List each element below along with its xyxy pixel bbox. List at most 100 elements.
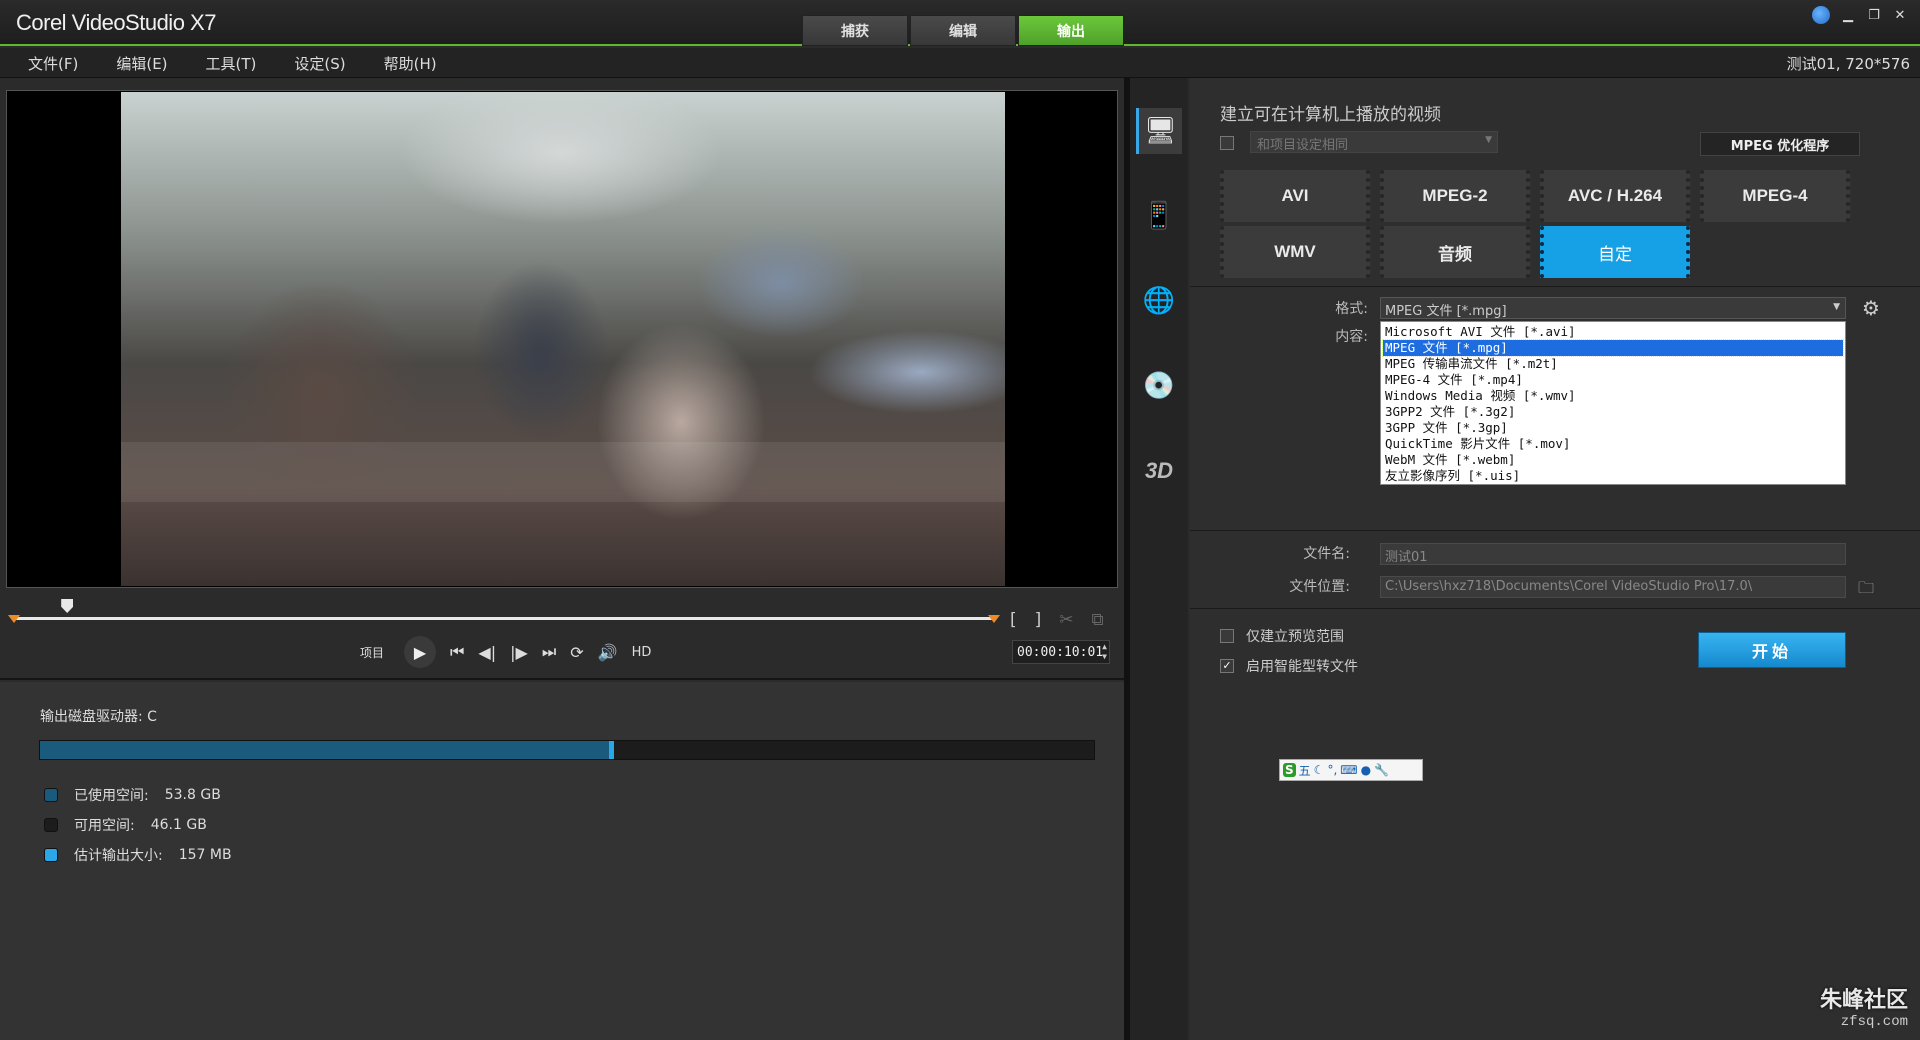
title-bar: Corel VideoStudio X7 捕获 编辑 输出 ▁ ❐ ✕: [0, 0, 1920, 46]
close-icon[interactable]: ✕: [1892, 8, 1908, 23]
next-frame-icon[interactable]: |▶: [510, 643, 528, 662]
disk-usage-bar: [39, 740, 1095, 760]
menu-tools[interactable]: 工具(T): [206, 53, 257, 74]
format-avi-button[interactable]: AVI: [1220, 170, 1370, 222]
app-window: Corel VideoStudio X7 捕获 编辑 输出 ▁ ❐ ✕ 文件(F…: [0, 0, 1920, 1040]
filename-input[interactable]: 测试01: [1380, 543, 1846, 565]
disk-used-fill: [40, 741, 610, 759]
wrench-icon[interactable]: 🔧: [1374, 763, 1389, 777]
timecode-value: 00:00:10:01: [1017, 644, 1104, 660]
3d-icon[interactable]: 3D: [1136, 448, 1182, 494]
watermark: 朱峰社区 zfsq.com: [1819, 988, 1908, 1030]
app-title: Corel VideoStudio X7: [16, 10, 216, 35]
format-option[interactable]: MPEG 传输串流文件 [*.m2t]: [1383, 356, 1843, 372]
timecode-stepper[interactable]: ▲ ▼: [1102, 642, 1107, 662]
user-icon[interactable]: ●: [1361, 763, 1371, 777]
mark-in-button[interactable]: [: [1010, 610, 1017, 630]
keyboard-icon[interactable]: ⌨: [1340, 763, 1357, 777]
computer-icon[interactable]: 🖥: [1136, 108, 1182, 154]
format-option[interactable]: MPEG 文件 [*.mpg]: [1382, 339, 1844, 357]
format-select[interactable]: MPEG 文件 [*.mpg] ▼: [1380, 297, 1846, 319]
mark-in-handle[interactable]: [8, 615, 20, 623]
gear-icon[interactable]: ⚙: [1862, 296, 1880, 320]
playback-controls: 项目 ▶ ⏮ ◀| |▶ ⏭ ⟳ 🔊 HD: [360, 632, 651, 672]
device-icon[interactable]: 📱: [1136, 193, 1182, 239]
volume-icon[interactable]: 🔊: [598, 643, 618, 662]
legend-free: 可用空间: 46.1 GB: [44, 815, 207, 835]
repeat-icon[interactable]: ⟳: [570, 643, 583, 662]
menu-settings[interactable]: 设定(S): [294, 53, 345, 74]
format-wmv-button[interactable]: WMV: [1220, 226, 1370, 278]
format-option[interactable]: Windows Media 视频 [*.wmv]: [1383, 388, 1843, 404]
format-avc-button[interactable]: AVC / H.264: [1540, 170, 1690, 222]
legend-estimate: 估计输出大小: 157 MB: [44, 845, 232, 865]
same-as-project-checkbox[interactable]: [1220, 136, 1234, 150]
scrubber[interactable]: [8, 599, 1000, 629]
timecode-field[interactable]: 00:00:10:01 ▲ ▼: [1012, 640, 1110, 664]
format-option[interactable]: WebM 文件 [*.webm]: [1383, 452, 1843, 468]
play-icon[interactable]: ▶: [404, 636, 437, 668]
mark-out-button[interactable]: ]: [1035, 610, 1042, 630]
cut-icon[interactable]: ✂: [1059, 610, 1073, 630]
format-option[interactable]: 3GPP 文件 [*.3gp]: [1383, 420, 1843, 436]
location-input[interactable]: C:\Users\hxz718\Documents\Corel VideoStu…: [1380, 576, 1846, 598]
tab-edit[interactable]: 编辑: [910, 15, 1016, 46]
format-mpeg2-button[interactable]: MPEG-2: [1380, 170, 1530, 222]
start-button[interactable]: 开始: [1698, 632, 1846, 668]
used-swatch: [44, 788, 58, 802]
format-mpeg4-button[interactable]: MPEG-4: [1700, 170, 1850, 222]
smart-render-checkbox[interactable]: ✓: [1220, 659, 1234, 673]
moon-icon[interactable]: ☾: [1314, 763, 1325, 777]
project-info: 测试01, 720*576: [1786, 55, 1910, 73]
format-dropdown-list[interactable]: Microsoft AVI 文件 [*.avi] MPEG 文件 [*.mpg] M…: [1380, 321, 1846, 485]
mpeg-optimizer-button[interactable]: MPEG 优化程序: [1700, 132, 1860, 156]
copy-icon[interactable]: ⧉: [1092, 610, 1104, 630]
menu-help[interactable]: 帮助(H): [384, 53, 437, 74]
estimate-swatch: [44, 848, 58, 862]
output-category-bar: 🖥 📱 🌐 💿 3D: [1130, 78, 1188, 1040]
scrub-handle[interactable]: [61, 599, 74, 613]
web-icon[interactable]: 🌐: [1136, 278, 1182, 324]
end-icon[interactable]: ⏭: [542, 642, 556, 662]
window-controls: ▁ ❐ ✕: [1812, 6, 1908, 24]
folder-icon[interactable]: 🗀: [1858, 577, 1874, 604]
preview-range-option[interactable]: 仅建立预览范围: [1220, 626, 1344, 646]
disk-panel: 输出磁盘驱动器: C 已使用空间: 53.8 GB 可用空间: 46.1 GB …: [0, 682, 1124, 1040]
tab-share[interactable]: 输出: [1018, 15, 1124, 46]
disk-estimate-marker: [609, 741, 615, 759]
tab-capture[interactable]: 捕获: [802, 15, 908, 46]
chevron-down-icon: ▼: [1833, 302, 1840, 312]
mode-label[interactable]: 项目: [360, 644, 384, 661]
hd-toggle[interactable]: HD: [632, 645, 652, 660]
minimize-icon[interactable]: ▁: [1840, 8, 1856, 23]
location-label: 文件位置:: [1289, 579, 1350, 595]
preview-window: [6, 90, 1118, 588]
format-custom-button[interactable]: 自定: [1540, 226, 1690, 278]
mark-out-handle[interactable]: [988, 615, 1000, 623]
trim-controls: [ ] ✂ ⧉: [1010, 610, 1104, 630]
ime-mode[interactable]: 五: [1299, 762, 1311, 779]
ime-logo-icon: S: [1283, 763, 1296, 777]
scrub-track[interactable]: [12, 617, 996, 620]
punctuation-icon[interactable]: °,: [1327, 763, 1337, 777]
globe-icon[interactable]: [1812, 6, 1830, 24]
disk-drive-label: 输出磁盘驱动器: C: [40, 709, 157, 725]
disc-icon[interactable]: 💿: [1136, 363, 1182, 409]
format-option[interactable]: QuickTime 影片文件 [*.mov]: [1383, 436, 1843, 452]
same-as-project-select[interactable]: 和项目设定相同 ▼: [1250, 131, 1498, 153]
format-option[interactable]: MPEG-4 文件 [*.mp4]: [1383, 372, 1843, 388]
smart-render-option[interactable]: ✓ 启用智能型转文件: [1220, 656, 1358, 676]
previous-frame-icon[interactable]: ◀|: [478, 643, 496, 662]
format-option[interactable]: Microsoft AVI 文件 [*.avi]: [1383, 324, 1843, 340]
menu-edit[interactable]: 编辑(E): [116, 53, 167, 74]
preview-range-checkbox[interactable]: [1220, 629, 1234, 643]
format-audio-button[interactable]: 音频: [1380, 226, 1530, 278]
ime-toolbar[interactable]: S 五 ☾ °, ⌨ ● 🔧: [1279, 759, 1423, 781]
format-option[interactable]: 友立影像序列 [*.uis]: [1383, 468, 1843, 484]
menu-file[interactable]: 文件(F): [28, 53, 78, 74]
chevron-down-icon: ▼: [1485, 135, 1492, 145]
restore-icon[interactable]: ❐: [1866, 8, 1882, 23]
home-icon[interactable]: ⏮: [450, 642, 464, 662]
format-option[interactable]: 3GPP2 文件 [*.3g2]: [1383, 404, 1843, 420]
legend-used: 已使用空间: 53.8 GB: [44, 785, 221, 805]
